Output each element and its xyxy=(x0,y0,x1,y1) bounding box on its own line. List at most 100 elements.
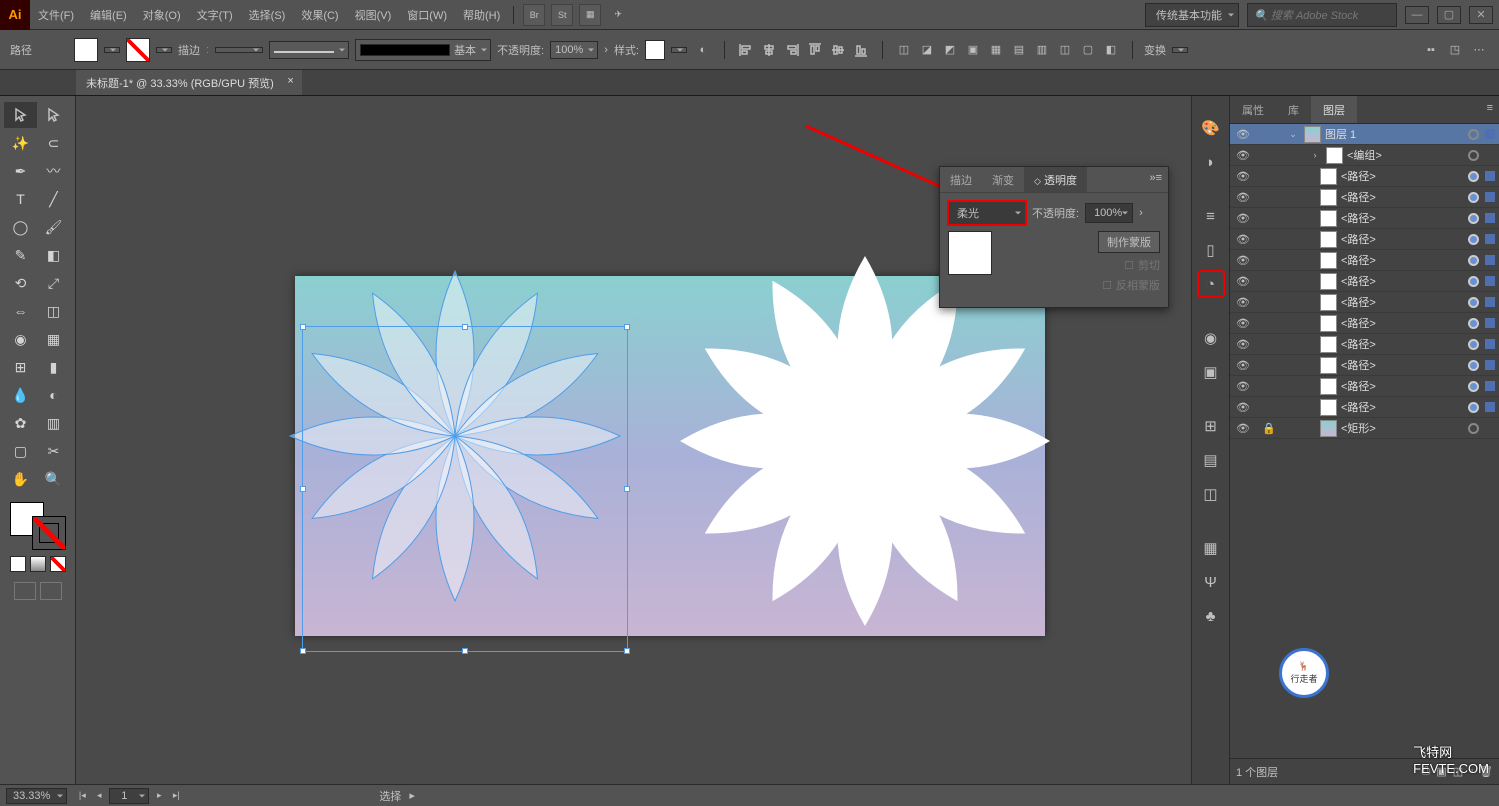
visibility-icon[interactable]: 👁 xyxy=(1230,254,1256,267)
status-more-icon[interactable]: ▸ xyxy=(409,789,415,802)
gradient-btn[interactable] xyxy=(30,556,46,572)
menu-file[interactable]: 文件(F) xyxy=(30,0,82,30)
transform-panel-icon[interactable]: ▤ xyxy=(1199,448,1223,472)
properties-tab[interactable]: 属性 xyxy=(1230,96,1276,123)
line-tool[interactable]: ╱ xyxy=(37,186,70,212)
gradient-tool[interactable]: ▮ xyxy=(37,354,70,380)
normal-screen-icon[interactable] xyxy=(14,582,36,600)
visibility-icon[interactable]: 👁 xyxy=(1230,275,1256,288)
width-tool[interactable]: ⇔ xyxy=(4,298,37,324)
hand-tool[interactable]: ✋ xyxy=(4,466,37,492)
visibility-icon[interactable]: 👁 xyxy=(1230,380,1256,393)
layer-row[interactable]: 👁<路径> xyxy=(1230,271,1499,292)
mesh-tool[interactable]: ⊞ xyxy=(4,354,37,380)
blend-tool[interactable]: ◐ xyxy=(37,382,70,408)
magic-wand-tool[interactable]: ✨ xyxy=(4,130,37,156)
stroke-panel-icon[interactable]: ≡ xyxy=(1199,204,1223,228)
layer-row[interactable]: 👁<路径> xyxy=(1230,397,1499,418)
menu-view[interactable]: 视图(V) xyxy=(347,0,400,30)
next-artboard-icon[interactable]: ▸ xyxy=(152,789,166,803)
visibility-icon[interactable]: 👁 xyxy=(1230,296,1256,309)
thumbnail-preview[interactable] xyxy=(948,231,992,275)
menu-window[interactable]: 窗口(W) xyxy=(399,0,455,30)
perspective-tool[interactable]: ▦ xyxy=(37,326,70,352)
visibility-icon[interactable]: 👁 xyxy=(1230,191,1256,204)
layers-tab[interactable]: 图层 xyxy=(1311,96,1357,123)
eyedropper-tool[interactable]: 💧 xyxy=(4,382,37,408)
gradient-panel-icon[interactable]: ▯ xyxy=(1199,238,1223,262)
search-input[interactable]: 🔍 搜索 Adobe Stock xyxy=(1247,3,1397,27)
visibility-icon[interactable]: 👁 xyxy=(1230,422,1256,435)
invert-mask-checkbox[interactable]: ☐ 反相蒙版 xyxy=(1102,277,1160,293)
paintbrush-tool[interactable]: 🖌 xyxy=(37,214,70,240)
rectangle-tool[interactable]: ◯ xyxy=(4,214,37,240)
isolate-icon[interactable]: ▪▪ xyxy=(1421,40,1441,60)
panel-menu-icon[interactable]: ≡ xyxy=(1481,96,1499,123)
intersect-icon[interactable]: ◩ xyxy=(940,40,960,60)
stroke-tab[interactable]: 描边 xyxy=(940,167,982,192)
variable-width-profile[interactable] xyxy=(269,41,349,59)
graphic-style[interactable] xyxy=(645,40,665,60)
minus-back-icon[interactable]: ◧ xyxy=(1101,40,1121,60)
brush-definition[interactable]: 基本 xyxy=(355,39,491,61)
layer-row[interactable]: 👁 › <编组> xyxy=(1230,145,1499,166)
slice-tool[interactable]: ✂ xyxy=(37,438,70,464)
menu-object[interactable]: 对象(O) xyxy=(135,0,189,30)
make-mask-button[interactable]: 制作蒙版 xyxy=(1098,231,1160,253)
align-left-icon[interactable] xyxy=(736,40,756,60)
minus-front-icon[interactable]: ◪ xyxy=(917,40,937,60)
curvature-tool[interactable]: 〰 xyxy=(37,158,70,184)
artboard-tool[interactable]: ▢ xyxy=(4,438,37,464)
last-artboard-icon[interactable]: ▸| xyxy=(169,789,183,803)
visibility-icon[interactable]: 👁 xyxy=(1230,128,1256,141)
stroke-dropdown[interactable] xyxy=(156,47,172,53)
outline-icon[interactable]: ▢ xyxy=(1078,40,1098,60)
edit-icon[interactable]: ◳ xyxy=(1445,40,1465,60)
stock-icon[interactable]: St xyxy=(551,4,573,26)
none-btn[interactable] xyxy=(50,556,66,572)
scale-tool[interactable]: ⤢ xyxy=(37,270,70,296)
maximize-button[interactable]: ▢ xyxy=(1437,6,1461,24)
canvas[interactable]: 描边 渐变 ◇ 透明度 »≡ 柔光 不透明度: 100% › 制作蒙版 ☐ xyxy=(76,96,1191,784)
free-transform-tool[interactable]: ◫ xyxy=(37,298,70,324)
menu-select[interactable]: 选择(S) xyxy=(241,0,294,30)
swatches-panel-icon[interactable]: ◗ xyxy=(1199,150,1223,174)
close-button[interactable]: ✕ xyxy=(1469,6,1493,24)
shape-builder-tool[interactable]: ◉ xyxy=(4,326,37,352)
disclosure-icon[interactable]: › xyxy=(1304,150,1326,160)
close-tab-icon[interactable]: × xyxy=(287,75,293,87)
visibility-icon[interactable]: 👁 xyxy=(1230,401,1256,414)
workspace-switcher[interactable]: 传统基本功能 xyxy=(1145,3,1239,27)
layer-row[interactable]: 👁<路径> xyxy=(1230,355,1499,376)
layer-row[interactable]: 👁<路径> xyxy=(1230,313,1499,334)
menu-help[interactable]: 帮助(H) xyxy=(455,0,508,30)
pathfinder-panel-icon[interactable]: ◫ xyxy=(1199,482,1223,506)
align-panel-icon[interactable]: ⊞ xyxy=(1199,414,1223,438)
type-tool[interactable]: T xyxy=(4,186,37,212)
fill-dropdown[interactable] xyxy=(104,47,120,53)
transparency-panel-icon[interactable]: ◔ xyxy=(1199,272,1223,296)
zoom-level[interactable]: 33.33% xyxy=(6,788,67,804)
visibility-icon[interactable]: 👁 xyxy=(1230,170,1256,183)
symbols2-panel-icon[interactable]: ♣ xyxy=(1199,604,1223,628)
lasso-tool[interactable]: ⊂ xyxy=(37,130,70,156)
opacity-input[interactable]: 100% xyxy=(1085,203,1133,223)
fill-swatch[interactable] xyxy=(74,38,98,62)
layer-row[interactable]: 👁<路径> xyxy=(1230,292,1499,313)
layer-row[interactable]: 👁 🔒 <矩形> xyxy=(1230,418,1499,439)
merge-icon[interactable]: ▥ xyxy=(1032,40,1052,60)
pen-tool[interactable]: ✒ xyxy=(4,158,37,184)
color-panel-icon[interactable]: 🎨 xyxy=(1199,116,1223,140)
visibility-icon[interactable]: 👁 xyxy=(1230,317,1256,330)
align-right-icon[interactable] xyxy=(782,40,802,60)
bridge-icon[interactable]: Br xyxy=(523,4,545,26)
document-tab[interactable]: 未标题-1* @ 33.33% (RGB/GPU 预览) × xyxy=(76,70,302,95)
libraries-tab[interactable]: 库 xyxy=(1276,96,1311,123)
opacity-field[interactable]: 100% xyxy=(550,41,598,59)
gradient-tab[interactable]: 渐变 xyxy=(982,167,1024,192)
layer-row[interactable]: 👁<路径> xyxy=(1230,334,1499,355)
gpu-icon[interactable]: ✈ xyxy=(607,4,629,26)
first-artboard-icon[interactable]: |◂ xyxy=(75,789,89,803)
trim-icon[interactable]: ▤ xyxy=(1009,40,1029,60)
divide-icon[interactable]: ▦ xyxy=(986,40,1006,60)
